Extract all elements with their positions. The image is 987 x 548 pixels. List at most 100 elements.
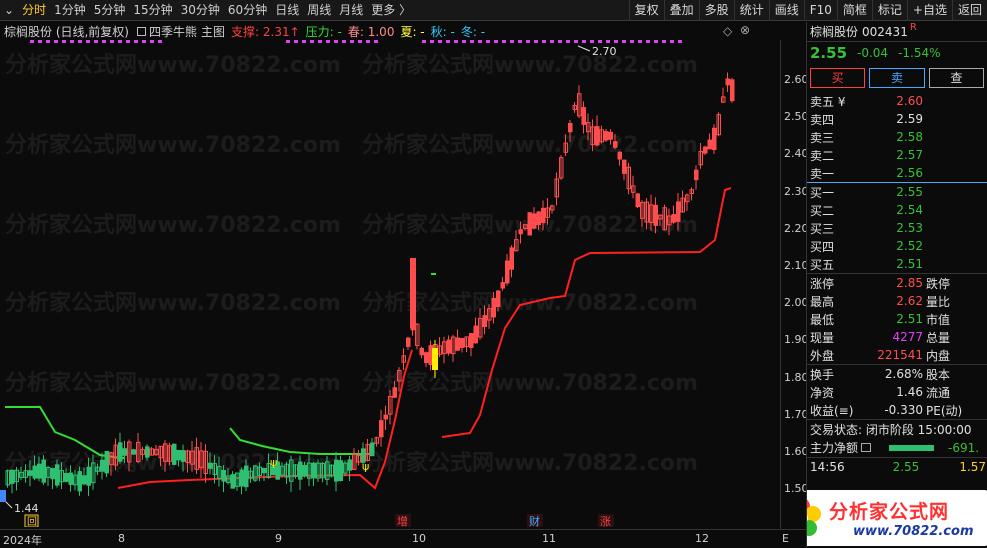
quote-value: 2.51 xyxy=(896,257,923,271)
price-change: -0.04 xyxy=(857,46,889,60)
season-dot xyxy=(526,40,530,43)
tool-button[interactable]: 画线 xyxy=(768,0,804,21)
quote-value: 2.59 xyxy=(896,112,923,126)
menu-icon[interactable] xyxy=(861,443,872,452)
candle-body xyxy=(32,465,37,479)
season-dot xyxy=(294,40,298,43)
price-tick: 2.50 xyxy=(784,110,809,124)
period-tab[interactable]: 15分钟 xyxy=(129,0,176,21)
price-tick: 1.90 xyxy=(784,333,809,347)
quote-label-right: PE(动) xyxy=(926,403,963,418)
period-tab[interactable]: 60分钟 xyxy=(224,0,271,21)
quote-label: 换手 xyxy=(810,367,835,382)
season-dot xyxy=(374,40,378,43)
season-dot xyxy=(62,40,66,43)
ask-list: 卖五 ¥ 2.60 卖四 2.59 卖三 2.58 卖二 2.57 卖一 2.56 xyxy=(807,92,987,183)
quote-label-right: 流通 xyxy=(926,385,951,400)
candle-body xyxy=(505,260,510,284)
candle-body xyxy=(68,472,73,485)
date-label: 8 xyxy=(118,532,125,545)
quote-row: 卖五 ¥ 2.60 xyxy=(807,92,987,110)
quote-label: 卖二 xyxy=(810,148,835,163)
season-dot xyxy=(502,40,506,43)
candlestick-chart[interactable]: 分析家公式网www.70822.com 分析家公式网www.70822.com 分析… xyxy=(0,22,780,527)
tool-button[interactable]: 简框 xyxy=(836,0,872,21)
season-dot xyxy=(622,40,626,43)
candle-body xyxy=(104,450,109,474)
quote-label: 买五 xyxy=(810,257,835,272)
stats-group-2: 换手 2.68% 股本 净资 1.46 流通 收益(≡) -0.330 PE(动) xyxy=(807,365,987,420)
quote-value: -0.330 xyxy=(884,403,923,417)
tool-button[interactable]: 统计 xyxy=(733,0,769,21)
candle-body xyxy=(10,469,15,484)
candle-body xyxy=(725,78,730,86)
candle-body xyxy=(208,462,213,469)
candle-body xyxy=(469,333,474,349)
period-tab[interactable]: 日线 xyxy=(271,0,303,21)
quote-value: 2.85 xyxy=(896,276,923,290)
candle-body xyxy=(64,472,69,482)
quote-label: 外盘 xyxy=(810,348,835,363)
season-dot xyxy=(582,40,586,43)
season-dot xyxy=(590,40,594,43)
query-button[interactable]: 查 xyxy=(928,68,984,88)
site-logo: 分析家公式网 www.70822.com xyxy=(807,490,987,546)
tool-button[interactable]: 叠加 xyxy=(663,0,699,21)
quote-label: 收益(≡) xyxy=(810,403,854,418)
period-tab[interactable]: 5分钟 xyxy=(90,0,130,21)
season-dot xyxy=(646,40,650,43)
candle-body xyxy=(617,151,622,160)
price-tick: 2.60 xyxy=(784,73,809,86)
season-dot xyxy=(470,40,474,43)
season-dot xyxy=(422,40,426,43)
period-tab[interactable]: 周线 xyxy=(303,0,335,21)
event-marker[interactable]: 财 xyxy=(529,514,540,527)
price-tick: 2.40 xyxy=(784,147,809,161)
season-dot xyxy=(30,40,34,43)
dropdown-arrow-icon[interactable]: ⌄ xyxy=(0,0,18,21)
event-marker[interactable]: 增 xyxy=(397,514,408,527)
tool-button[interactable]: 标记 xyxy=(871,0,907,21)
candle-body xyxy=(460,337,465,348)
candle-body xyxy=(581,107,586,125)
trade-buttons: 买 卖 查 xyxy=(807,64,987,92)
candle-body xyxy=(334,459,339,482)
quote-label: 卖一 xyxy=(810,166,835,181)
tool-button[interactable]: +自选 xyxy=(906,0,952,21)
quote-label: 最低 xyxy=(810,312,835,327)
main-flow-row: 主力净额 -691. xyxy=(807,438,987,458)
candle-body xyxy=(541,207,546,224)
tool-button[interactable]: F10 xyxy=(803,0,837,21)
tool-button[interactable]: 多股 xyxy=(698,0,734,21)
season-dot xyxy=(566,40,570,43)
high-pointer xyxy=(577,45,591,52)
candle-body xyxy=(181,450,186,462)
sell-button[interactable]: 卖 xyxy=(869,68,925,88)
price-tick: 1.50 xyxy=(784,482,809,496)
candle-body xyxy=(338,460,343,481)
period-tab[interactable]: 月线 xyxy=(335,0,367,21)
period-tab[interactable]: 分时 xyxy=(18,0,50,21)
season-dot xyxy=(70,40,74,43)
candle-body xyxy=(428,345,433,366)
candle-body xyxy=(145,446,150,458)
tool-button[interactable]: 返回 xyxy=(951,0,987,21)
season-dot xyxy=(86,40,90,43)
season-dot xyxy=(134,40,138,43)
quote-panel: 棕榈股份 002431 R 2.55 -0.04 -1.54% 买 卖 查 卖五… xyxy=(806,22,987,548)
logo-url: www.70822.com xyxy=(853,524,974,539)
price-tick: 1.60 xyxy=(784,445,809,458)
tool-button[interactable]: 复权 xyxy=(628,0,664,21)
season-dot xyxy=(286,40,290,43)
candle-body xyxy=(707,139,712,150)
period-tab[interactable]: 1分钟 xyxy=(50,0,90,21)
season-dot xyxy=(78,40,82,43)
period-tab[interactable]: 30分钟 xyxy=(177,0,224,21)
period-tab[interactable]: 更多 〉 xyxy=(367,0,415,21)
event-marker[interactable]: 涨 xyxy=(600,515,611,527)
quote-label-right: 量比 xyxy=(926,294,951,309)
season-dot xyxy=(678,40,682,43)
buy-button[interactable]: 买 xyxy=(810,68,866,88)
candle-body xyxy=(230,474,235,489)
season-dot xyxy=(326,40,330,43)
